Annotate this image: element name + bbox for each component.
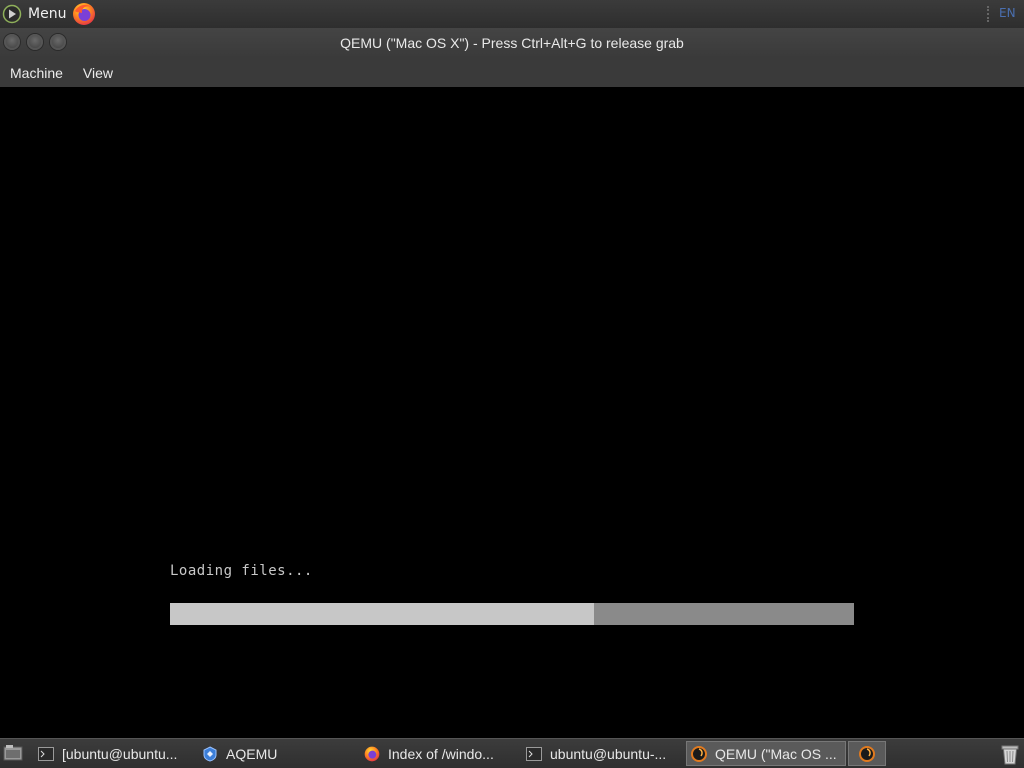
task-label: Index of /windo... [388, 745, 494, 762]
panel-separator [987, 6, 991, 22]
loading-progress-bar [170, 603, 854, 625]
task-qemu-2[interactable] [848, 741, 886, 766]
menu-label: Menu [28, 6, 67, 22]
loading-progress-fill [170, 603, 595, 625]
aqemu-icon [202, 745, 218, 762]
loading-status-text: Loading files... [170, 563, 313, 579]
firefox-icon [364, 746, 380, 762]
top-panel: Menu EN [0, 0, 1024, 28]
task-terminal-1[interactable]: [ubuntu@ubuntu... [34, 741, 196, 766]
menu-view[interactable]: View [73, 65, 123, 81]
qemu-icon [859, 745, 875, 762]
qemu-icon [691, 745, 707, 762]
show-desktop-icon[interactable] [3, 744, 23, 762]
task-aqemu[interactable]: AQEMU [198, 741, 358, 766]
task-qemu-active[interactable]: QEMU ("Mac OS ... [686, 741, 846, 766]
guest-display[interactable]: Loading files... [0, 87, 1024, 738]
menubar: Machine View [0, 58, 1024, 87]
trash-icon[interactable] [1000, 743, 1020, 765]
task-terminal-2[interactable]: ubuntu@ubuntu-... [522, 741, 684, 766]
mint-menu-icon [2, 4, 22, 24]
task-label: [ubuntu@ubuntu... [62, 745, 178, 762]
task-label: ubuntu@ubuntu-... [550, 745, 667, 762]
firefox-launcher[interactable] [72, 2, 96, 26]
keyboard-layout-indicator[interactable]: EN [999, 6, 1016, 20]
task-label: QEMU ("Mac OS ... [715, 745, 837, 762]
main-menu-button[interactable]: Menu [0, 0, 66, 28]
taskbar: [ubuntu@ubuntu... AQEMU Index of /windo.… [0, 738, 1024, 768]
window-title: QEMU ("Mac OS X") - Press Ctrl+Alt+G to … [340, 35, 684, 51]
terminal-icon [526, 746, 542, 762]
terminal-icon [38, 746, 54, 762]
task-label: AQEMU [226, 745, 278, 762]
task-firefox[interactable]: Index of /windo... [360, 741, 520, 766]
menu-machine[interactable]: Machine [0, 65, 73, 81]
window-titlebar[interactable]: QEMU ("Mac OS X") - Press Ctrl+Alt+G to … [0, 28, 1024, 58]
firefox-icon [73, 3, 96, 25]
